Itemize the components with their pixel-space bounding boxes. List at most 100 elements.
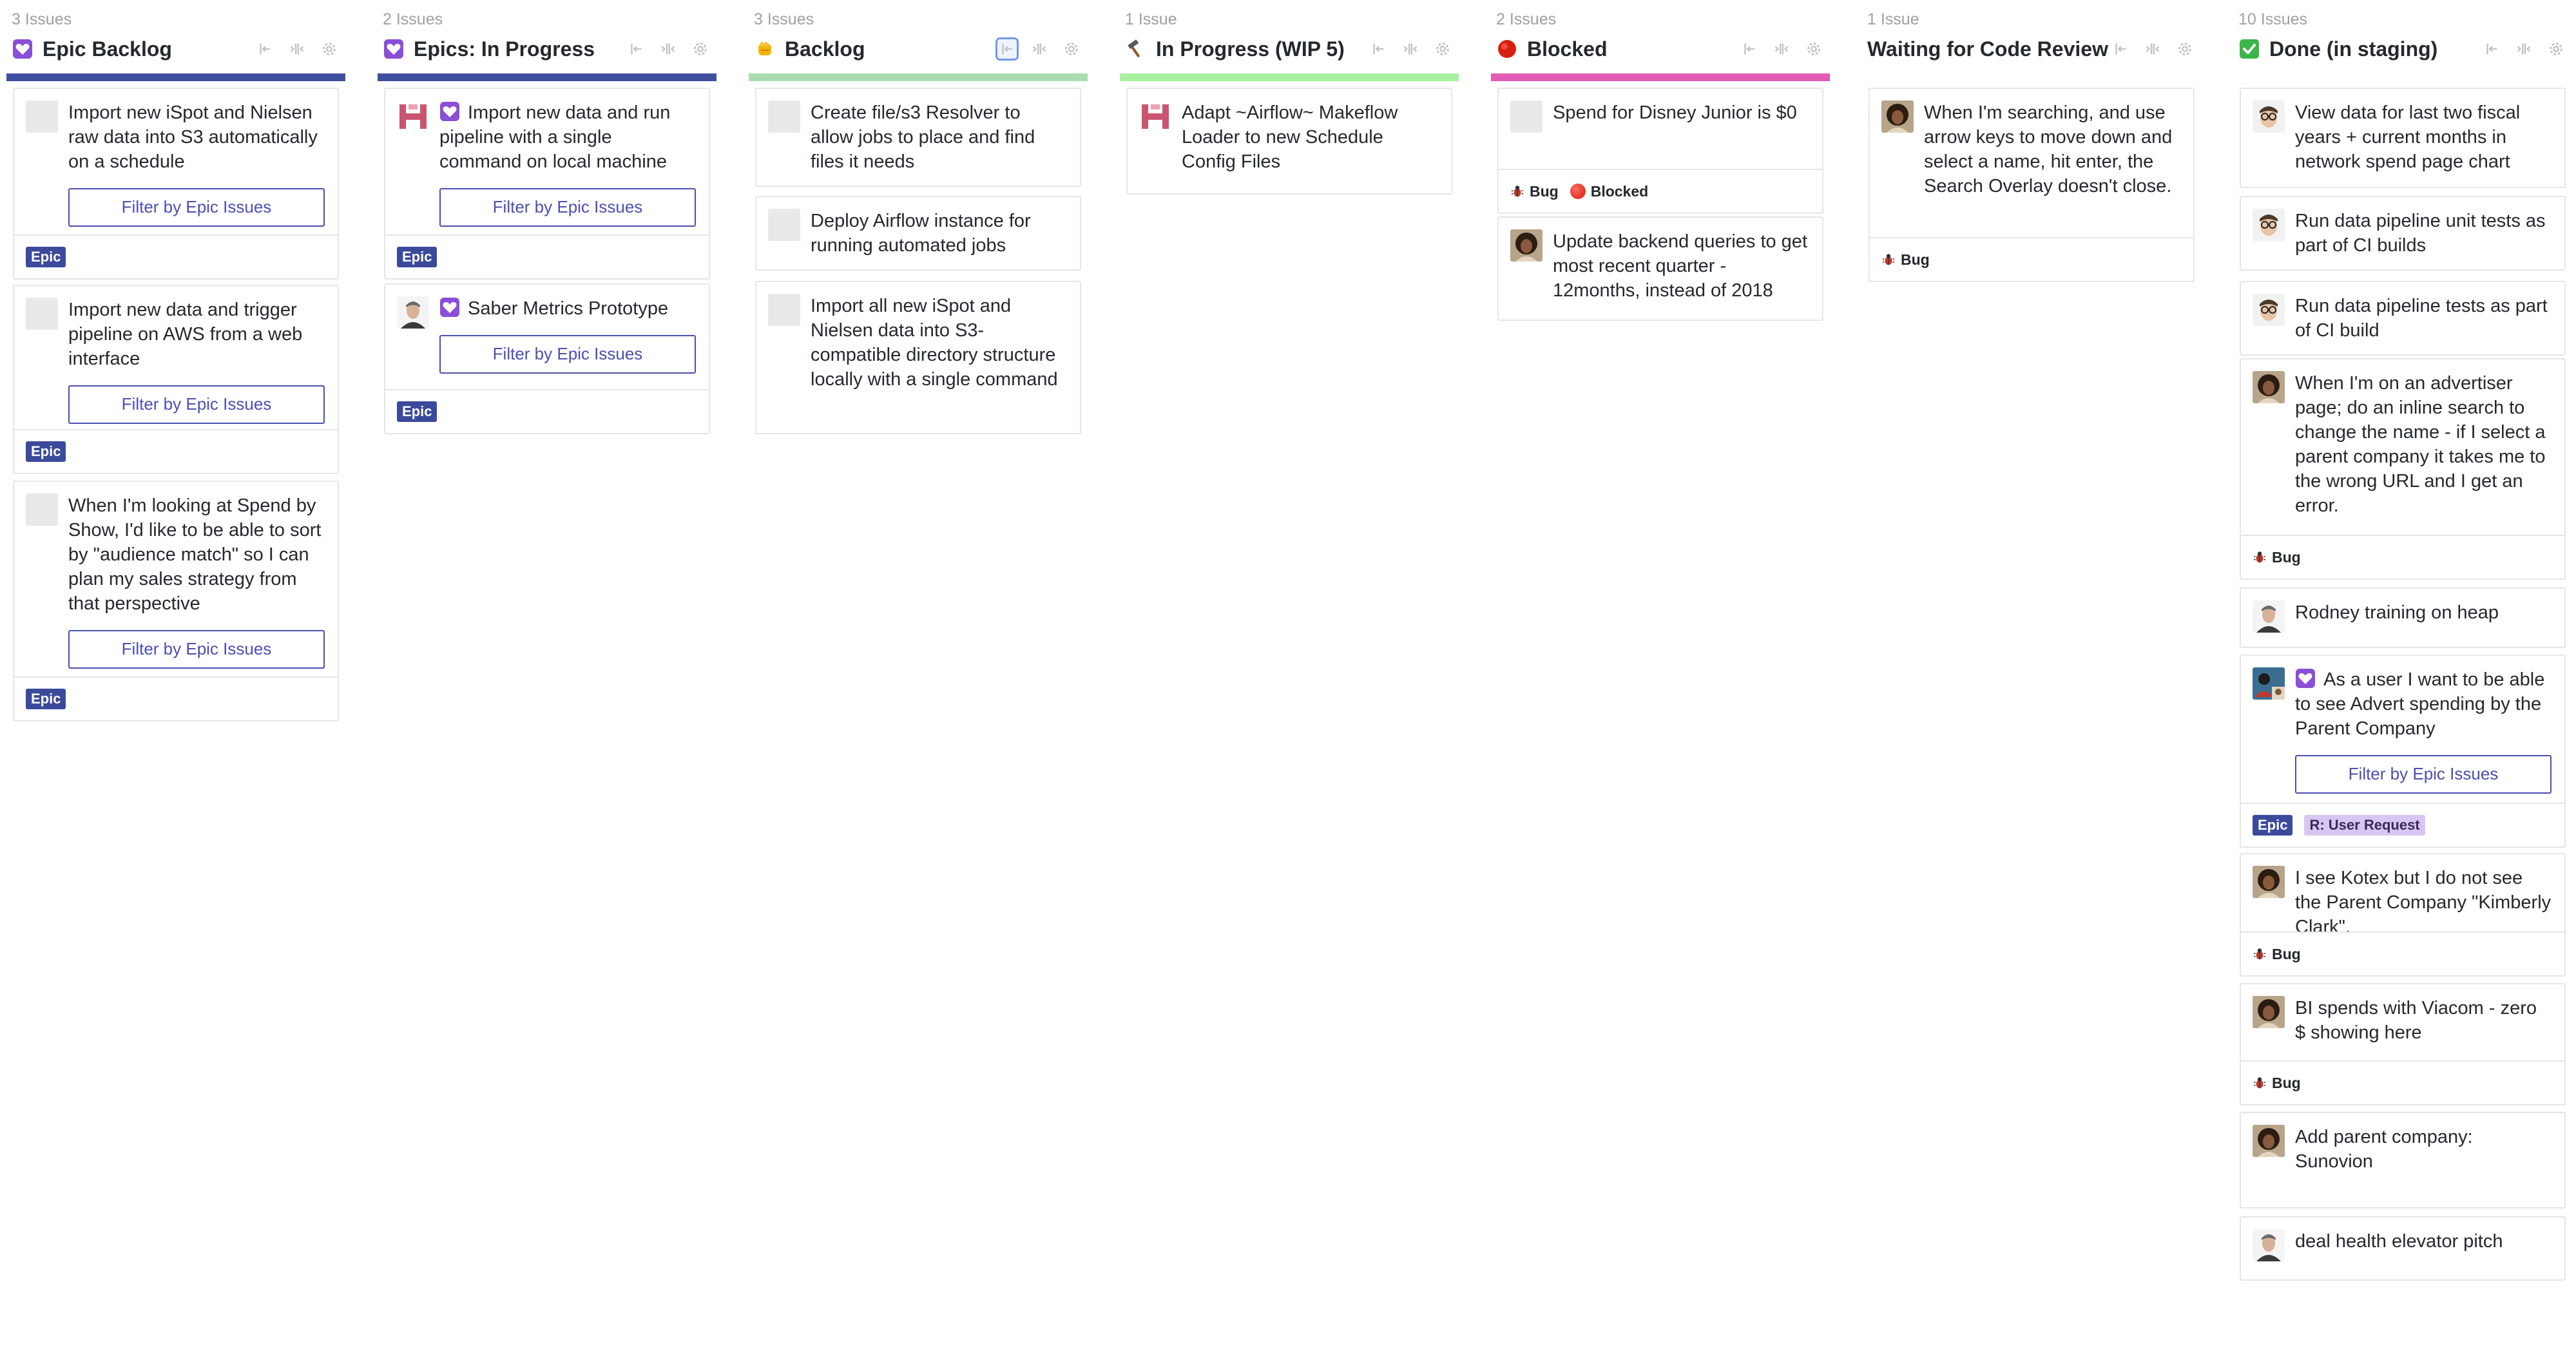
fist-icon [754, 38, 776, 60]
split-icon[interactable] [1401, 39, 1420, 59]
issue-card[interactable]: As a user I want to be able to see Adver… [2240, 655, 2566, 848]
card-body: Import new iSpot and Nielsen raw data in… [14, 89, 338, 240]
gear-icon[interactable] [691, 39, 710, 59]
issue-card[interactable]: Import new iSpot and Nielsen raw data in… [13, 88, 339, 280]
card-title[interactable]: Import new data and run pipeline with a … [439, 100, 696, 174]
split-icon[interactable] [2143, 39, 2162, 59]
gear-icon[interactable] [2175, 39, 2195, 59]
card-title[interactable]: Rodney training on heap [2295, 600, 2552, 625]
card-title[interactable]: Adapt ~Airflow~ Makeflow Loader to new S… [1182, 100, 1438, 174]
card-title[interactable]: When I'm on an advertiser page; do an in… [2295, 371, 2552, 518]
card-title-text: Create file/s3 Resolver to allow jobs to… [811, 102, 1035, 172]
card-title[interactable]: Create file/s3 Resolver to allow jobs to… [811, 100, 1067, 174]
issue-card[interactable]: Deploy Airflow instance for running auto… [755, 196, 1081, 271]
collapse-icon[interactable] [995, 37, 1019, 61]
filter-by-epic-button[interactable]: Filter by Epic Issues [68, 385, 325, 424]
issue-card[interactable]: Saber Metrics Prototype Filter by Epic Is… [384, 283, 710, 434]
label-text: Bug [2272, 548, 2301, 566]
avatar-placeholder [26, 298, 58, 330]
split-icon[interactable] [287, 39, 307, 59]
issue-card[interactable]: Import new data and run pipeline with a … [384, 88, 710, 280]
card-title[interactable]: Import new iSpot and Nielsen raw data in… [68, 100, 325, 174]
user-request-label[interactable]: R: User Request [2304, 815, 2425, 836]
card-labels: Epic R: User Request [2241, 803, 2564, 846]
card-title[interactable]: BI spends with Viacom - zero $ showing h… [2295, 996, 2552, 1045]
collapse-icon[interactable] [255, 39, 274, 59]
epic-label[interactable]: Epic [26, 247, 66, 267]
issue-card[interactable]: View data for last two fiscal years + cu… [2240, 88, 2566, 188]
card-title[interactable]: Import new data and trigger pipeline on … [68, 298, 325, 371]
card-title[interactable]: Saber Metrics Prototype [439, 296, 696, 321]
bug-label[interactable]: Bug [2253, 946, 2301, 963]
filter-by-epic-button[interactable]: Filter by Epic Issues [439, 188, 696, 227]
filter-by-epic-button[interactable]: Filter by Epic Issues [439, 335, 696, 374]
split-icon[interactable] [1030, 39, 1049, 59]
issue-card[interactable]: deal health elevator pitch [2240, 1216, 2566, 1281]
filter-by-epic-button[interactable]: Filter by Epic Issues [68, 630, 325, 669]
card-title[interactable]: Update backend queries to get most recen… [1553, 229, 1809, 303]
card-title[interactable]: Spend for Disney Junior is $0 [1553, 100, 1809, 125]
card-body: Update backend queries to get most recen… [1499, 218, 1822, 316]
card-title-text: I see Kotex but I do not see the Parent … [2295, 868, 2552, 937]
issue-card[interactable]: Import new data and trigger pipeline on … [13, 285, 339, 474]
issue-card[interactable]: I see Kotex but I do not see the Parent … [2240, 853, 2566, 977]
bug-label[interactable]: Bug [1881, 251, 1930, 269]
card-title[interactable]: I see Kotex but I do not see the Parent … [2295, 866, 2552, 939]
bug-label[interactable]: Bug [2253, 549, 2301, 566]
epic-label[interactable]: Epic [26, 689, 66, 709]
issue-card[interactable]: Run data pipeline unit tests as part of … [2240, 196, 2566, 271]
split-icon[interactable] [2514, 39, 2533, 59]
gear-icon[interactable] [1433, 39, 1452, 59]
epic-label[interactable]: Epic [397, 401, 437, 422]
bug-label[interactable]: Bug [2253, 1075, 2301, 1092]
epic-label[interactable]: Epic [2253, 815, 2293, 836]
issue-card[interactable]: Run data pipeline tests as part of CI bu… [2240, 281, 2566, 356]
issue-card[interactable]: When I'm searching, and use arrow keys t… [1869, 88, 2195, 282]
column-tools [2482, 39, 2566, 59]
issue-card[interactable]: Update backend queries to get most recen… [1497, 216, 1823, 321]
card-title[interactable]: When I'm looking at Spend by Show, I'd l… [68, 493, 325, 616]
issue-card[interactable]: Rodney training on heap [2240, 588, 2566, 648]
label-text: Bug [2272, 945, 2301, 962]
card-title[interactable]: Run data pipeline unit tests as part of … [2295, 209, 2552, 258]
gear-icon[interactable] [320, 39, 339, 59]
card-title-text: When I'm searching, and use arrow keys t… [1924, 102, 2173, 196]
collapse-icon[interactable] [626, 39, 646, 59]
filter-by-epic-button[interactable]: Filter by Epic Issues [68, 188, 325, 227]
card-title[interactable]: Deploy Airflow instance for running auto… [811, 209, 1067, 258]
column-title: In Progress (WIP 5) [1156, 37, 1345, 61]
card-title-text: As a user I want to be able to see Adver… [2295, 669, 2545, 739]
collapse-icon[interactable] [2111, 39, 2130, 59]
collapse-icon[interactable] [1740, 39, 1759, 59]
column-issue-count: 3 Issues [754, 10, 814, 28]
gear-icon[interactable] [1804, 39, 1823, 59]
split-icon[interactable] [658, 39, 678, 59]
card-title[interactable]: deal health elevator pitch [2295, 1229, 2552, 1254]
filter-by-epic-button[interactable]: Filter by Epic Issues [2295, 755, 2552, 794]
card-title-text: Import all new iSpot and Nielsen data in… [811, 296, 1058, 390]
issue-card[interactable]: Import all new iSpot and Nielsen data in… [755, 281, 1081, 434]
card-title[interactable]: View data for last two fiscal years + cu… [2295, 100, 2552, 174]
issue-card[interactable]: When I'm on an advertiser page; do an in… [2240, 358, 2566, 580]
card-title[interactable]: Import all new iSpot and Nielsen data in… [811, 294, 1067, 392]
collapse-icon[interactable] [2482, 39, 2501, 59]
bug-label[interactable]: Bug [1510, 183, 1559, 200]
collapse-icon[interactable] [1369, 39, 1388, 59]
issue-card[interactable]: Create file/s3 Resolver to allow jobs to… [755, 88, 1081, 187]
card-title[interactable]: When I'm searching, and use arrow keys t… [1924, 100, 2180, 198]
issue-card[interactable]: Adapt ~Airflow~ Makeflow Loader to new S… [1126, 88, 1452, 195]
card-title[interactable]: As a user I want to be able to see Adver… [2295, 667, 2552, 741]
epic-label[interactable]: Epic [397, 247, 437, 267]
issue-card[interactable]: BI spends with Viacom - zero $ showing h… [2240, 983, 2566, 1105]
issue-card[interactable]: Spend for Disney Junior is $0 Bug Blocked [1497, 88, 1823, 214]
card-title[interactable]: Run data pipeline tests as part of CI bu… [2295, 294, 2552, 343]
blocked-label[interactable]: Blocked [1570, 183, 1648, 200]
card-title[interactable]: Add parent company: Sunovion [2295, 1125, 2552, 1174]
epic-label[interactable]: Epic [26, 441, 66, 462]
gear-icon[interactable] [2546, 39, 2566, 59]
gear-icon[interactable] [1062, 39, 1081, 59]
issue-card[interactable]: When I'm looking at Spend by Show, I'd l… [13, 481, 339, 722]
split-icon[interactable] [1772, 39, 1791, 59]
epic-icon [2295, 668, 2316, 689]
issue-card[interactable]: Add parent company: Sunovion [2240, 1112, 2566, 1209]
